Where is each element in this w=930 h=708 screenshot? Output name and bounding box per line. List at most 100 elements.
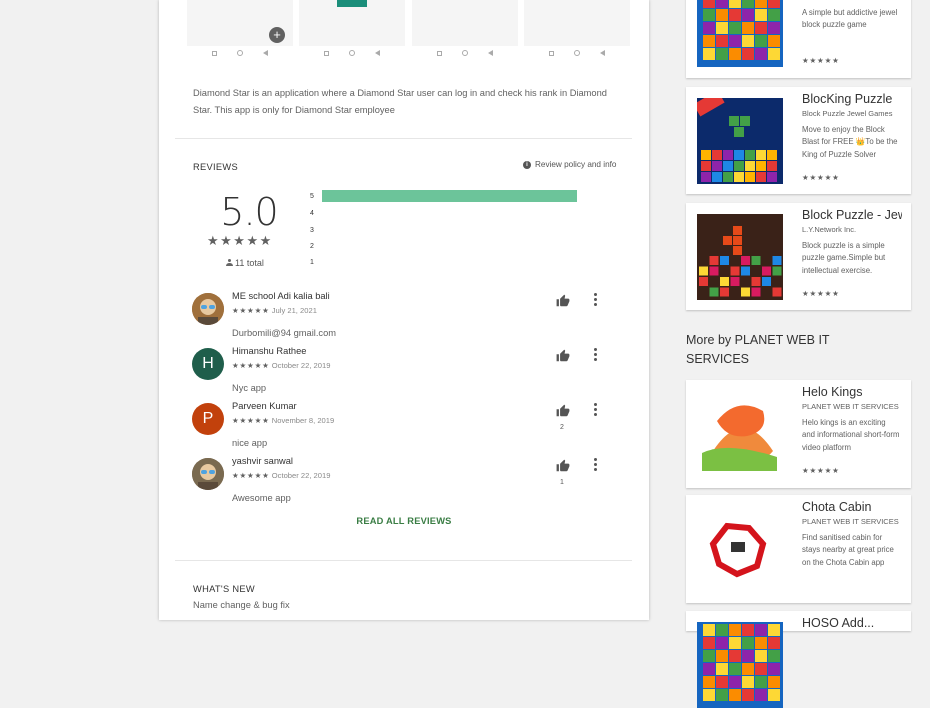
app-card-title[interactable]: HOSO Add... — [802, 616, 902, 630]
screenshot-carousel[interactable]: + — [187, 0, 630, 56]
app-card[interactable]: Block Puzzle - Jewel L.Y.Network Inc. Bloc… — [686, 203, 911, 310]
screenshot-4[interactable] — [524, 0, 630, 46]
avatar — [192, 458, 224, 490]
thumbs-up-icon[interactable] — [555, 294, 571, 308]
app-card-description: Find sanitised cabin for stays nearby at… — [802, 533, 894, 567]
more-options-icon[interactable] — [593, 403, 597, 416]
read-all-reviews-button[interactable]: READ ALL REVIEWS — [319, 516, 489, 526]
app-card[interactable]: A simple but addictive jewel block puzzl… — [686, 0, 911, 78]
review-text: Awesome app — [232, 493, 291, 503]
avatar-letter: H — [202, 355, 214, 372]
review-text: Nyc app — [232, 383, 267, 393]
app-card-developer[interactable]: L.Y.Network Inc. — [802, 225, 902, 234]
review-stars: ★★★★★ — [232, 361, 270, 370]
block-puzzle-jewel-icon[interactable] — [697, 214, 783, 300]
app-card-description: A simple but addictive jewel block puzzl… — [802, 8, 898, 30]
average-rating: 5.0 — [220, 190, 278, 234]
review-policy-link[interactable]: i Review policy and info — [523, 160, 616, 169]
thumbs-up-icon[interactable] — [555, 459, 571, 473]
chota-cabin-icon[interactable] — [697, 506, 783, 592]
whats-new-heading: WHAT'S NEW — [193, 584, 255, 594]
histogram-label: 5 — [310, 192, 314, 200]
reviewer-name: ME school Adi kalia bali — [232, 291, 330, 301]
histogram-row: 1 — [310, 256, 322, 268]
app-card-stars: ★★★★★ — [802, 56, 840, 65]
app-card-title[interactable]: BlocKing Puzzle — [802, 92, 902, 106]
app-card[interactable]: HOSO Add... — [686, 611, 911, 708]
histogram-label: 4 — [310, 209, 314, 217]
app-card[interactable]: Chota Cabin PLANET WEB IT SERVICES Find sa… — [686, 495, 911, 603]
review-meta: ★★★★★ October 22, 2019 — [232, 471, 330, 480]
hoso-icon[interactable] — [697, 622, 783, 708]
app-card-stars: ★★★★★ — [802, 173, 840, 182]
screenshot-1[interactable]: + — [187, 0, 293, 46]
review-text: Durbomili@94 gmail.com — [232, 328, 336, 338]
app-card-developer[interactable]: PLANET WEB IT SERVICES — [802, 517, 902, 526]
reviews-heading: REVIEWS — [193, 162, 238, 172]
histogram-label: 1 — [310, 258, 314, 266]
helpful-count: 2 — [560, 424, 564, 431]
histogram-row: 5 — [310, 190, 577, 202]
app-card-stars: ★★★★★ — [802, 289, 840, 298]
more-options-icon[interactable] — [593, 458, 597, 471]
whats-new-body: Name change & bug fix — [193, 600, 290, 610]
app-card-developer[interactable]: PLANET WEB IT SERVICES — [802, 402, 902, 411]
avatar — [192, 293, 224, 325]
app-description: Diamond Star is an application where a D… — [193, 88, 607, 115]
avatar: H — [192, 348, 224, 380]
thumbs-up-icon[interactable] — [555, 349, 571, 363]
review-date: October 22, 2019 — [271, 471, 331, 480]
blocking-puzzle-2020-icon[interactable] — [697, 98, 783, 184]
screenshot-2[interactable] — [299, 0, 405, 46]
histogram-row: 3 — [310, 224, 322, 236]
reviewer-name: yashvir sanwal — [232, 456, 293, 466]
divider — [175, 138, 632, 139]
helo-kings-icon[interactable] — [697, 391, 783, 477]
reviewer-name: Himanshu Rathee — [232, 346, 307, 356]
histogram-label: 2 — [310, 242, 314, 250]
app-card[interactable]: Helo Kings PLANET WEB IT SERVICES Helo kin… — [686, 380, 911, 488]
phone-navbar — [524, 48, 630, 58]
app-card-description: Block puzzle is a simple puzzle game.Sim… — [802, 241, 886, 275]
review-date: October 22, 2019 — [271, 361, 331, 370]
add-icon: + — [269, 27, 285, 43]
review-text: nice app — [232, 438, 268, 448]
review-date: July 21, 2021 — [271, 306, 317, 315]
screenshot-3[interactable] — [412, 0, 518, 46]
review-stars: ★★★★★ — [232, 416, 270, 425]
review-stars: ★★★★★ — [232, 471, 270, 480]
jewel-block-puzzle-icon[interactable] — [697, 0, 783, 67]
app-detail-panel: + Diamond Star is an application where a… — [159, 0, 649, 620]
app-card[interactable]: BlocKing Puzzle Block Puzzle Jewel Games M… — [686, 87, 911, 194]
review-meta: ★★★★★ July 21, 2021 — [232, 306, 317, 315]
app-card-title[interactable]: Helo Kings — [802, 385, 902, 399]
helpful-count: 1 — [560, 479, 564, 486]
app-card-title[interactable]: Chota Cabin — [802, 500, 902, 514]
app-card-title[interactable]: Block Puzzle - Jewel — [802, 208, 902, 222]
review-meta: ★★★★★ October 22, 2019 — [232, 361, 330, 370]
more-options-icon[interactable] — [593, 293, 597, 306]
histogram-bar — [322, 190, 577, 202]
app-card-developer[interactable]: Block Puzzle Jewel Games — [802, 109, 902, 118]
thumbs-up-icon[interactable] — [555, 404, 571, 418]
review-stars: ★★★★★ — [232, 306, 270, 315]
divider — [175, 560, 632, 561]
phone-navbar — [299, 48, 405, 58]
person-icon — [226, 259, 233, 267]
histogram-row: 4 — [310, 207, 322, 219]
phone-navbar — [187, 48, 293, 58]
app-card-stars: ★★★★★ — [802, 466, 840, 475]
reviewer-name: Parveen Kumar — [232, 401, 297, 411]
more-by-heading[interactable]: More by PLANET WEB IT SERVICES — [686, 331, 886, 369]
info-icon: i — [523, 160, 531, 169]
histogram-label: 3 — [310, 226, 314, 234]
phone-navbar — [412, 48, 518, 58]
more-options-icon[interactable] — [593, 348, 597, 361]
avatar: P — [192, 403, 224, 435]
review-meta: ★★★★★ November 8, 2019 — [232, 416, 334, 425]
rating-total: 11 total — [226, 258, 264, 268]
app-card-description: Move to enjoy the Block Blast for FREE 👑… — [802, 125, 898, 159]
histogram-row: 2 — [310, 240, 322, 252]
app-card-description: Helo kings is an exciting and informatio… — [802, 418, 900, 452]
rating-stars: ★★★★★ — [207, 233, 273, 248]
